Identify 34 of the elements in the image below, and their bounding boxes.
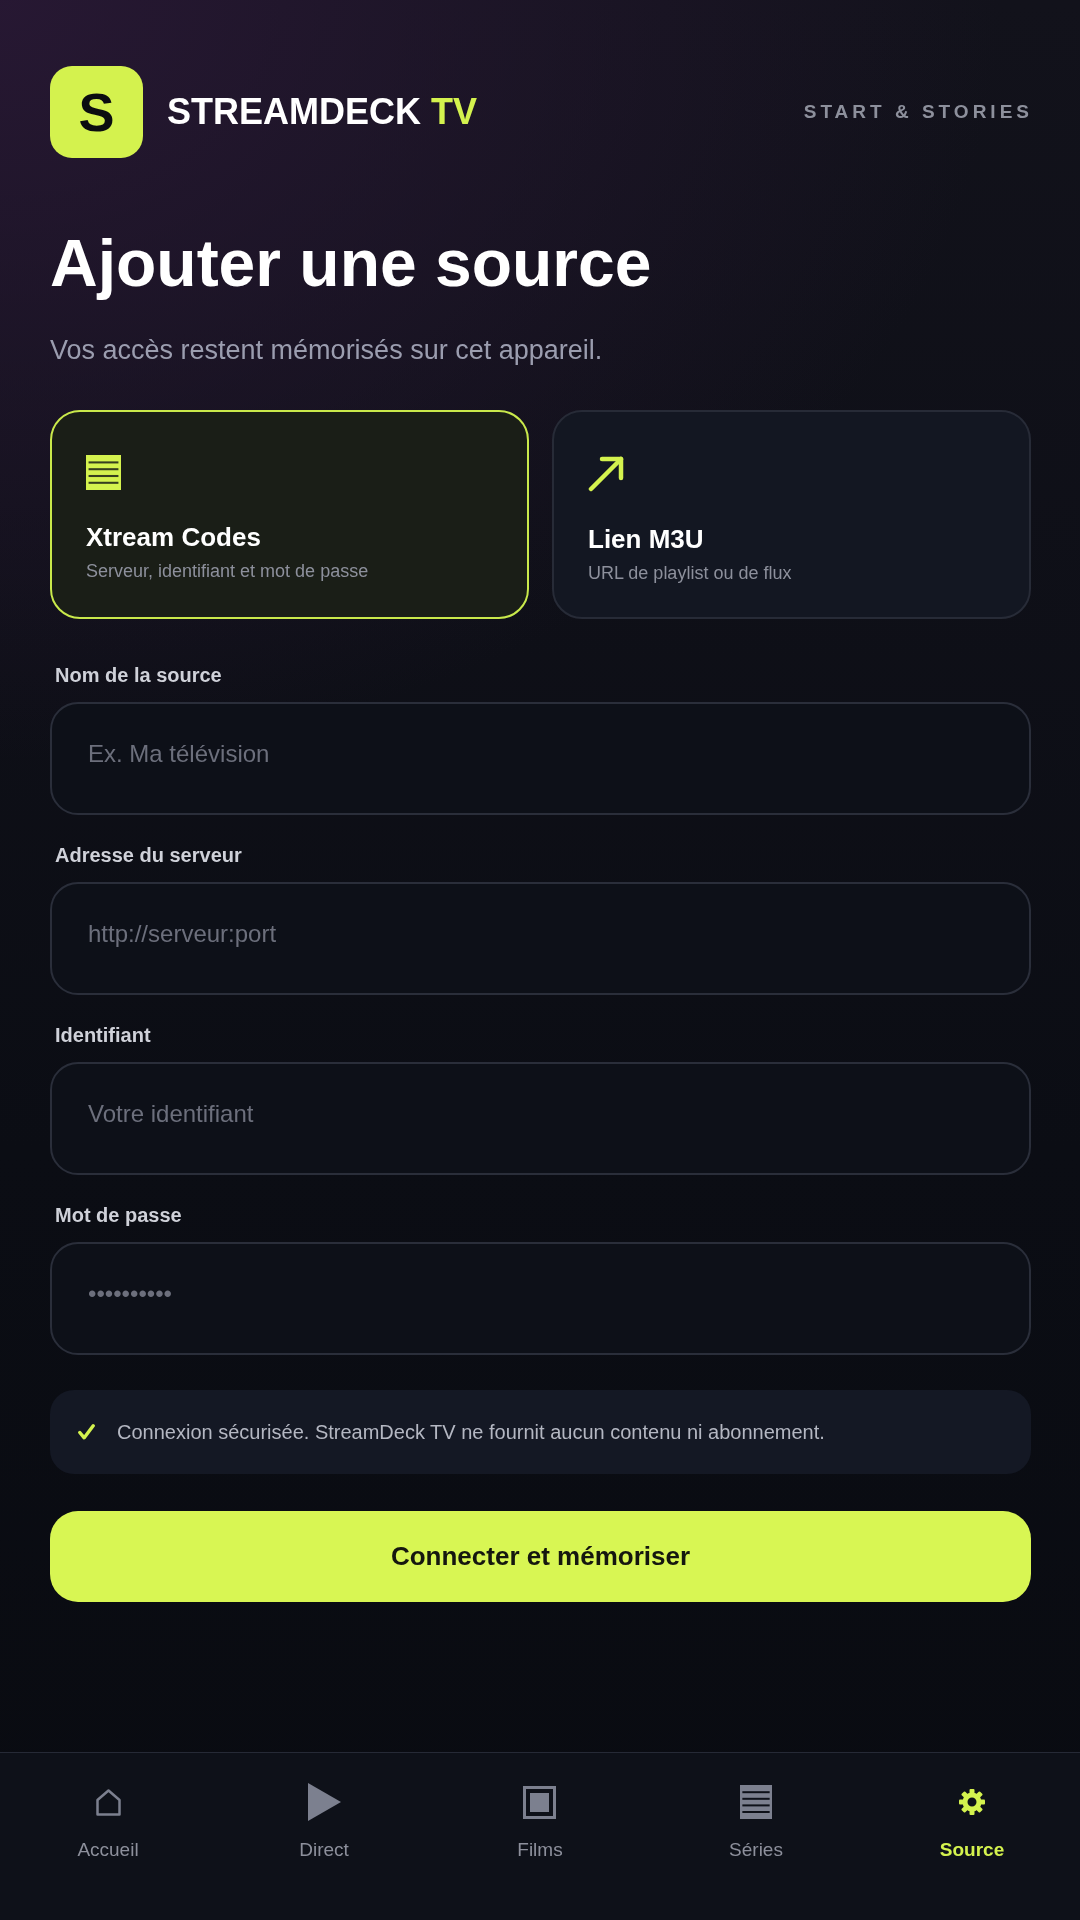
nav-item[interactable]: Films <box>517 1782 563 1862</box>
nav-item[interactable]: Séries <box>729 1782 783 1862</box>
app-logo: S <box>50 66 143 158</box>
brand-name: STREAMDECK TV <box>167 91 478 133</box>
field-label: Adresse du serveur <box>55 843 243 867</box>
field-label: Identifiant <box>55 1023 152 1047</box>
play-icon <box>307 1783 341 1821</box>
source-option-card[interactable]: Xtream Codes Serveur, identifiant et mot de passe <box>50 410 529 619</box>
option-title: Lien M3U <box>588 524 704 554</box>
input-field[interactable]: •••••••••• <box>50 1242 1031 1355</box>
option-description: URL de playlist ou de flux <box>588 562 792 584</box>
nav-item[interactable]: Accueil <box>77 1782 139 1862</box>
square-icon <box>523 1785 557 1819</box>
nav-item[interactable]: Source <box>939 1782 1005 1862</box>
input-field[interactable]: Ex. Ma télévision <box>50 702 1031 815</box>
input-field[interactable]: Votre identifiant <box>50 1062 1031 1175</box>
check-icon <box>78 1424 95 1440</box>
list-icon <box>740 1785 772 1819</box>
connect-button[interactable]: Connecter et mémoriser <box>50 1511 1031 1602</box>
page-title: Ajouter une source <box>50 227 653 299</box>
notice-text: Connexion sécurisée. StreamDeck TV ne fournit aucun contenu ni abonnement. <box>117 1420 825 1444</box>
settings-icon <box>959 1789 985 1815</box>
page-subtitle: Vos accès restent mémorisés sur cet appareil. <box>50 334 604 367</box>
option-title: Xtream Codes <box>86 522 261 552</box>
header-link[interactable]: START & STORIES <box>803 101 1033 123</box>
nav-item[interactable]: Direct <box>299 1782 349 1862</box>
home-icon <box>95 1788 121 1816</box>
field-label: Nom de la source <box>55 663 223 687</box>
arrow-icon <box>588 455 625 492</box>
source-option-card[interactable]: Lien M3U URL de playlist ou de flux <box>552 410 1031 619</box>
list-icon <box>86 455 121 490</box>
input-field[interactable]: http://serveur:port <box>50 882 1031 995</box>
field-label: Mot de passe <box>55 1203 183 1227</box>
option-description: Serveur, identifiant et mot de passe <box>86 560 369 582</box>
